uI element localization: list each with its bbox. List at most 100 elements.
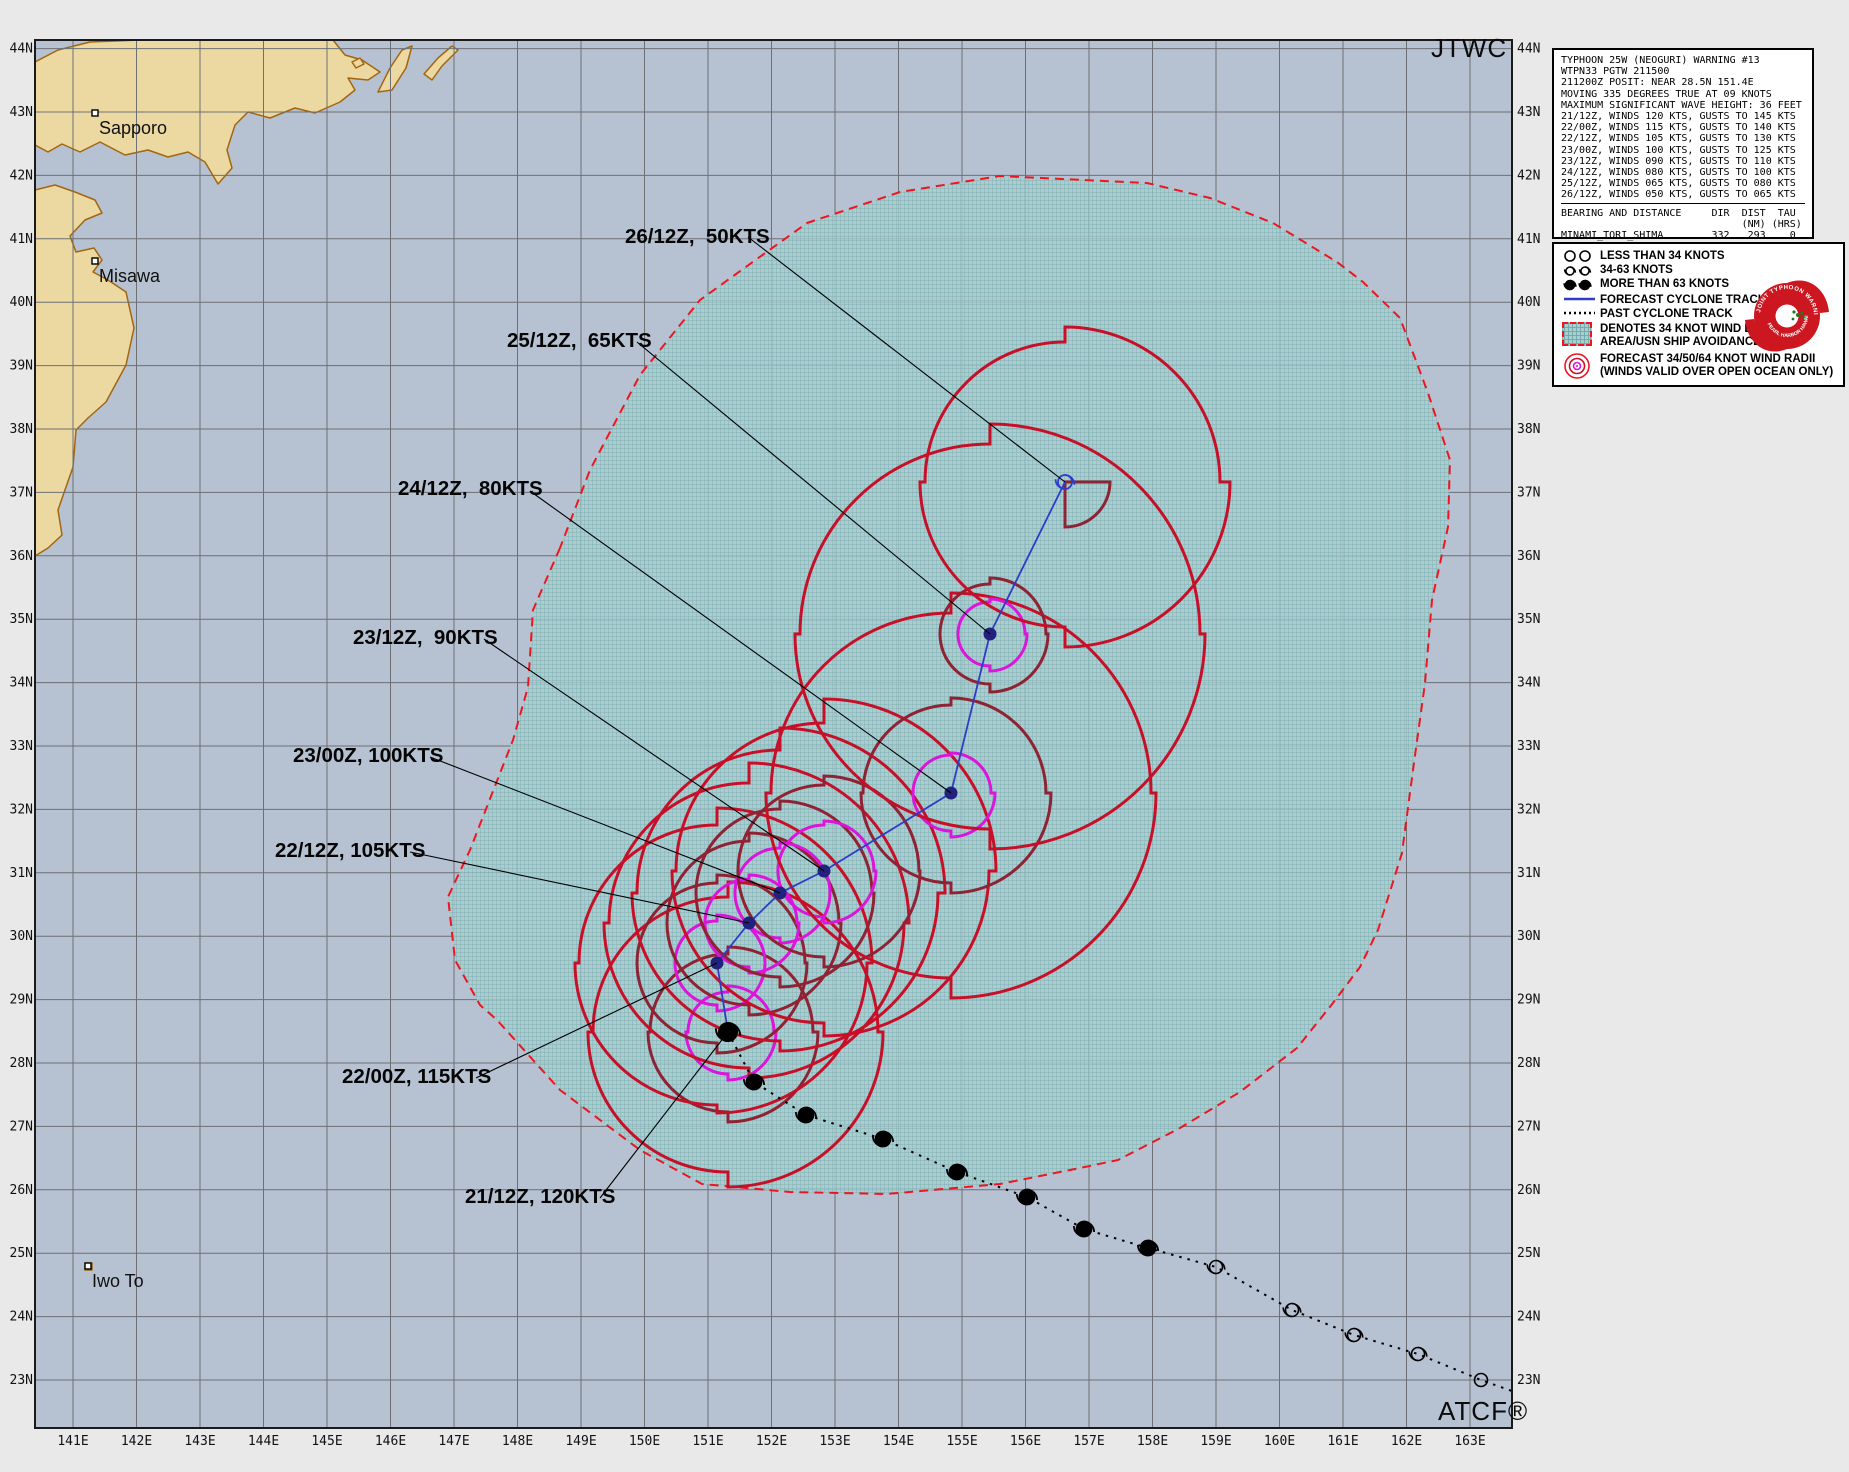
forecast-point-label: 23/12Z, 90KTS [353,626,498,649]
longitude-label: 162E [1391,1434,1422,1449]
longitude-label: 147E [438,1434,469,1449]
longitude-label: 159E [1200,1434,1231,1449]
longitude-label: 149E [565,1434,596,1449]
latitude-label-right: 38N [1517,422,1540,437]
longitude-label: 158E [1137,1434,1168,1449]
longitude-label: 157E [1073,1434,1104,1449]
forecast-point-label: 26/12Z, 50KTS [625,225,770,248]
latitude-label-left: 39N [10,359,33,374]
legend-row-forecast-track: FORECAST CYCLONE TRACK [1562,293,1766,307]
latitude-label-left: 36N [10,549,33,564]
atcf-warning-graphic: 21/12Z, 120KTS 22/00Z, 115KTS 22/12Z, 105K… [0,0,1849,1472]
latitude-label-right: 36N [1517,549,1540,564]
forecast-track-line-icon [1562,293,1600,305]
latitude-label-left: 29N [10,993,33,1008]
latitude-label-right: 26N [1517,1183,1540,1198]
latitude-label-left: 41N [10,232,33,247]
legend-row-more63: MORE THAN 63 KNOTS [1562,277,1729,293]
latitude-label-right: 40N [1517,295,1540,310]
latitude-label-right: 37N [1517,485,1540,500]
place-label: Iwo To [92,1271,144,1291]
latitude-label-left: 23N [10,1373,33,1388]
latitude-label-right: 39N [1517,359,1540,374]
latitude-label-right: 33N [1517,739,1540,754]
longitude-label: 150E [629,1434,660,1449]
forecast-point-label: 22/12Z, 105KTS [275,839,425,862]
legend-row-past-track: PAST CYCLONE TRACK [1562,307,1733,321]
longitude-label: 161E [1327,1434,1358,1449]
open-circle-icon [1562,249,1600,263]
longitude-label: 144E [248,1434,279,1449]
city-marker [85,1263,91,1269]
longitude-label: 152E [756,1434,787,1449]
longitude-label: 145E [311,1434,342,1449]
latitude-label-left: 27N [10,1119,33,1134]
typhoon-filled-icon [1562,277,1600,293]
legend-label: MORE THAN 63 KNOTS [1600,277,1729,291]
latitude-label-right: 44N [1517,42,1540,57]
warning-info-panel: TYPHOON 25W (NEOGURI) WARNING #13 WTPN33… [1552,48,1814,239]
latitude-label-left: 25N [10,1246,33,1261]
city-marker [92,258,98,264]
latitude-label-right: 23N [1517,1373,1540,1388]
latitude-label-right: 27N [1517,1119,1540,1134]
latitude-label-left: 32N [10,802,33,817]
latitude-label-left: 24N [10,1310,33,1325]
latitude-label-right: 42N [1517,168,1540,183]
forecast-point-label: 22/00Z, 115KTS [342,1065,491,1088]
latitude-label-left: 43N [10,105,33,120]
latitude-label-left: 40N [10,295,33,310]
forecast-point-label: 21/12Z, 120KTS [465,1185,615,1208]
legend-label: PAST CYCLONE TRACK [1600,307,1733,321]
place-label: Sapporo [99,118,167,138]
latitude-label-left: 37N [10,485,33,500]
forecast-point-label: 25/12Z, 65KTS [507,329,652,352]
longitude-label: 155E [946,1434,977,1449]
longitude-label: 148E [502,1434,533,1449]
jtwc-logo: JOINT TYPHOON WARNING CENTER PEARL HARBO… [1737,266,1837,366]
longitude-label: 154E [883,1434,914,1449]
info-divider [1561,203,1805,204]
longitude-label: 143E [184,1434,215,1449]
latitude-label-right: 43N [1517,105,1540,120]
latitude-label-left: 44N [10,42,33,57]
legend-row-less34: LESS THAN 34 KNOTS [1562,249,1725,263]
latitude-label-left: 42N [10,168,33,183]
danger-area-swatch-icon [1562,322,1600,346]
logo-eye [1776,305,1799,328]
latitude-label-right: 30N [1517,929,1540,944]
latitude-label-right: 31N [1517,866,1540,881]
longitude-label: 153E [819,1434,850,1449]
latitude-label-left: 30N [10,929,33,944]
latitude-label-right: 35N [1517,612,1540,627]
longitude-label: 146E [375,1434,406,1449]
forecast-point-label: 24/12Z, 80KTS [398,477,543,500]
warning-text: TYPHOON 25W (NEOGURI) WARNING #13 WTPN33… [1561,55,1802,201]
longitude-label: 141E [57,1434,88,1449]
city-marker [92,110,98,116]
latitude-label-right: 24N [1517,1310,1540,1325]
latitude-label-left: 33N [10,739,33,754]
place-label: Misawa [99,266,161,286]
latitude-label-left: 28N [10,1056,33,1071]
forecast-point-label: 23/00Z, 100KTS [293,744,443,767]
jtwc-credit: JTWC [1431,33,1507,64]
latitude-label-right: 41N [1517,232,1540,247]
latitude-label-right: 32N [1517,802,1540,817]
legend-panel: LESS THAN 34 KNOTS 34-63 KNOTS MORE THAN… [1552,242,1845,387]
latitude-label-right: 34N [1517,676,1540,691]
latitude-label-left: 38N [10,422,33,437]
longitude-label: 160E [1264,1434,1295,1449]
latitude-label-right: 29N [1517,993,1540,1008]
atcf-credit: ATCF® [1438,1396,1528,1427]
past-track-line-icon [1562,307,1600,319]
legend-label: 34-63 KNOTS [1600,263,1673,277]
latitude-label-left: 26N [10,1183,33,1198]
latitude-label-left: 35N [10,612,33,627]
wind-radii-icon [1562,352,1600,380]
latitude-label-right: 25N [1517,1246,1540,1261]
longitude-label: 151E [692,1434,723,1449]
longitude-label: 163E [1454,1434,1485,1449]
bearing-distance-table: BEARING AND DISTANCE DIR DIST TAU (NM) (… [1561,208,1802,242]
latitude-label-right: 28N [1517,1056,1540,1071]
